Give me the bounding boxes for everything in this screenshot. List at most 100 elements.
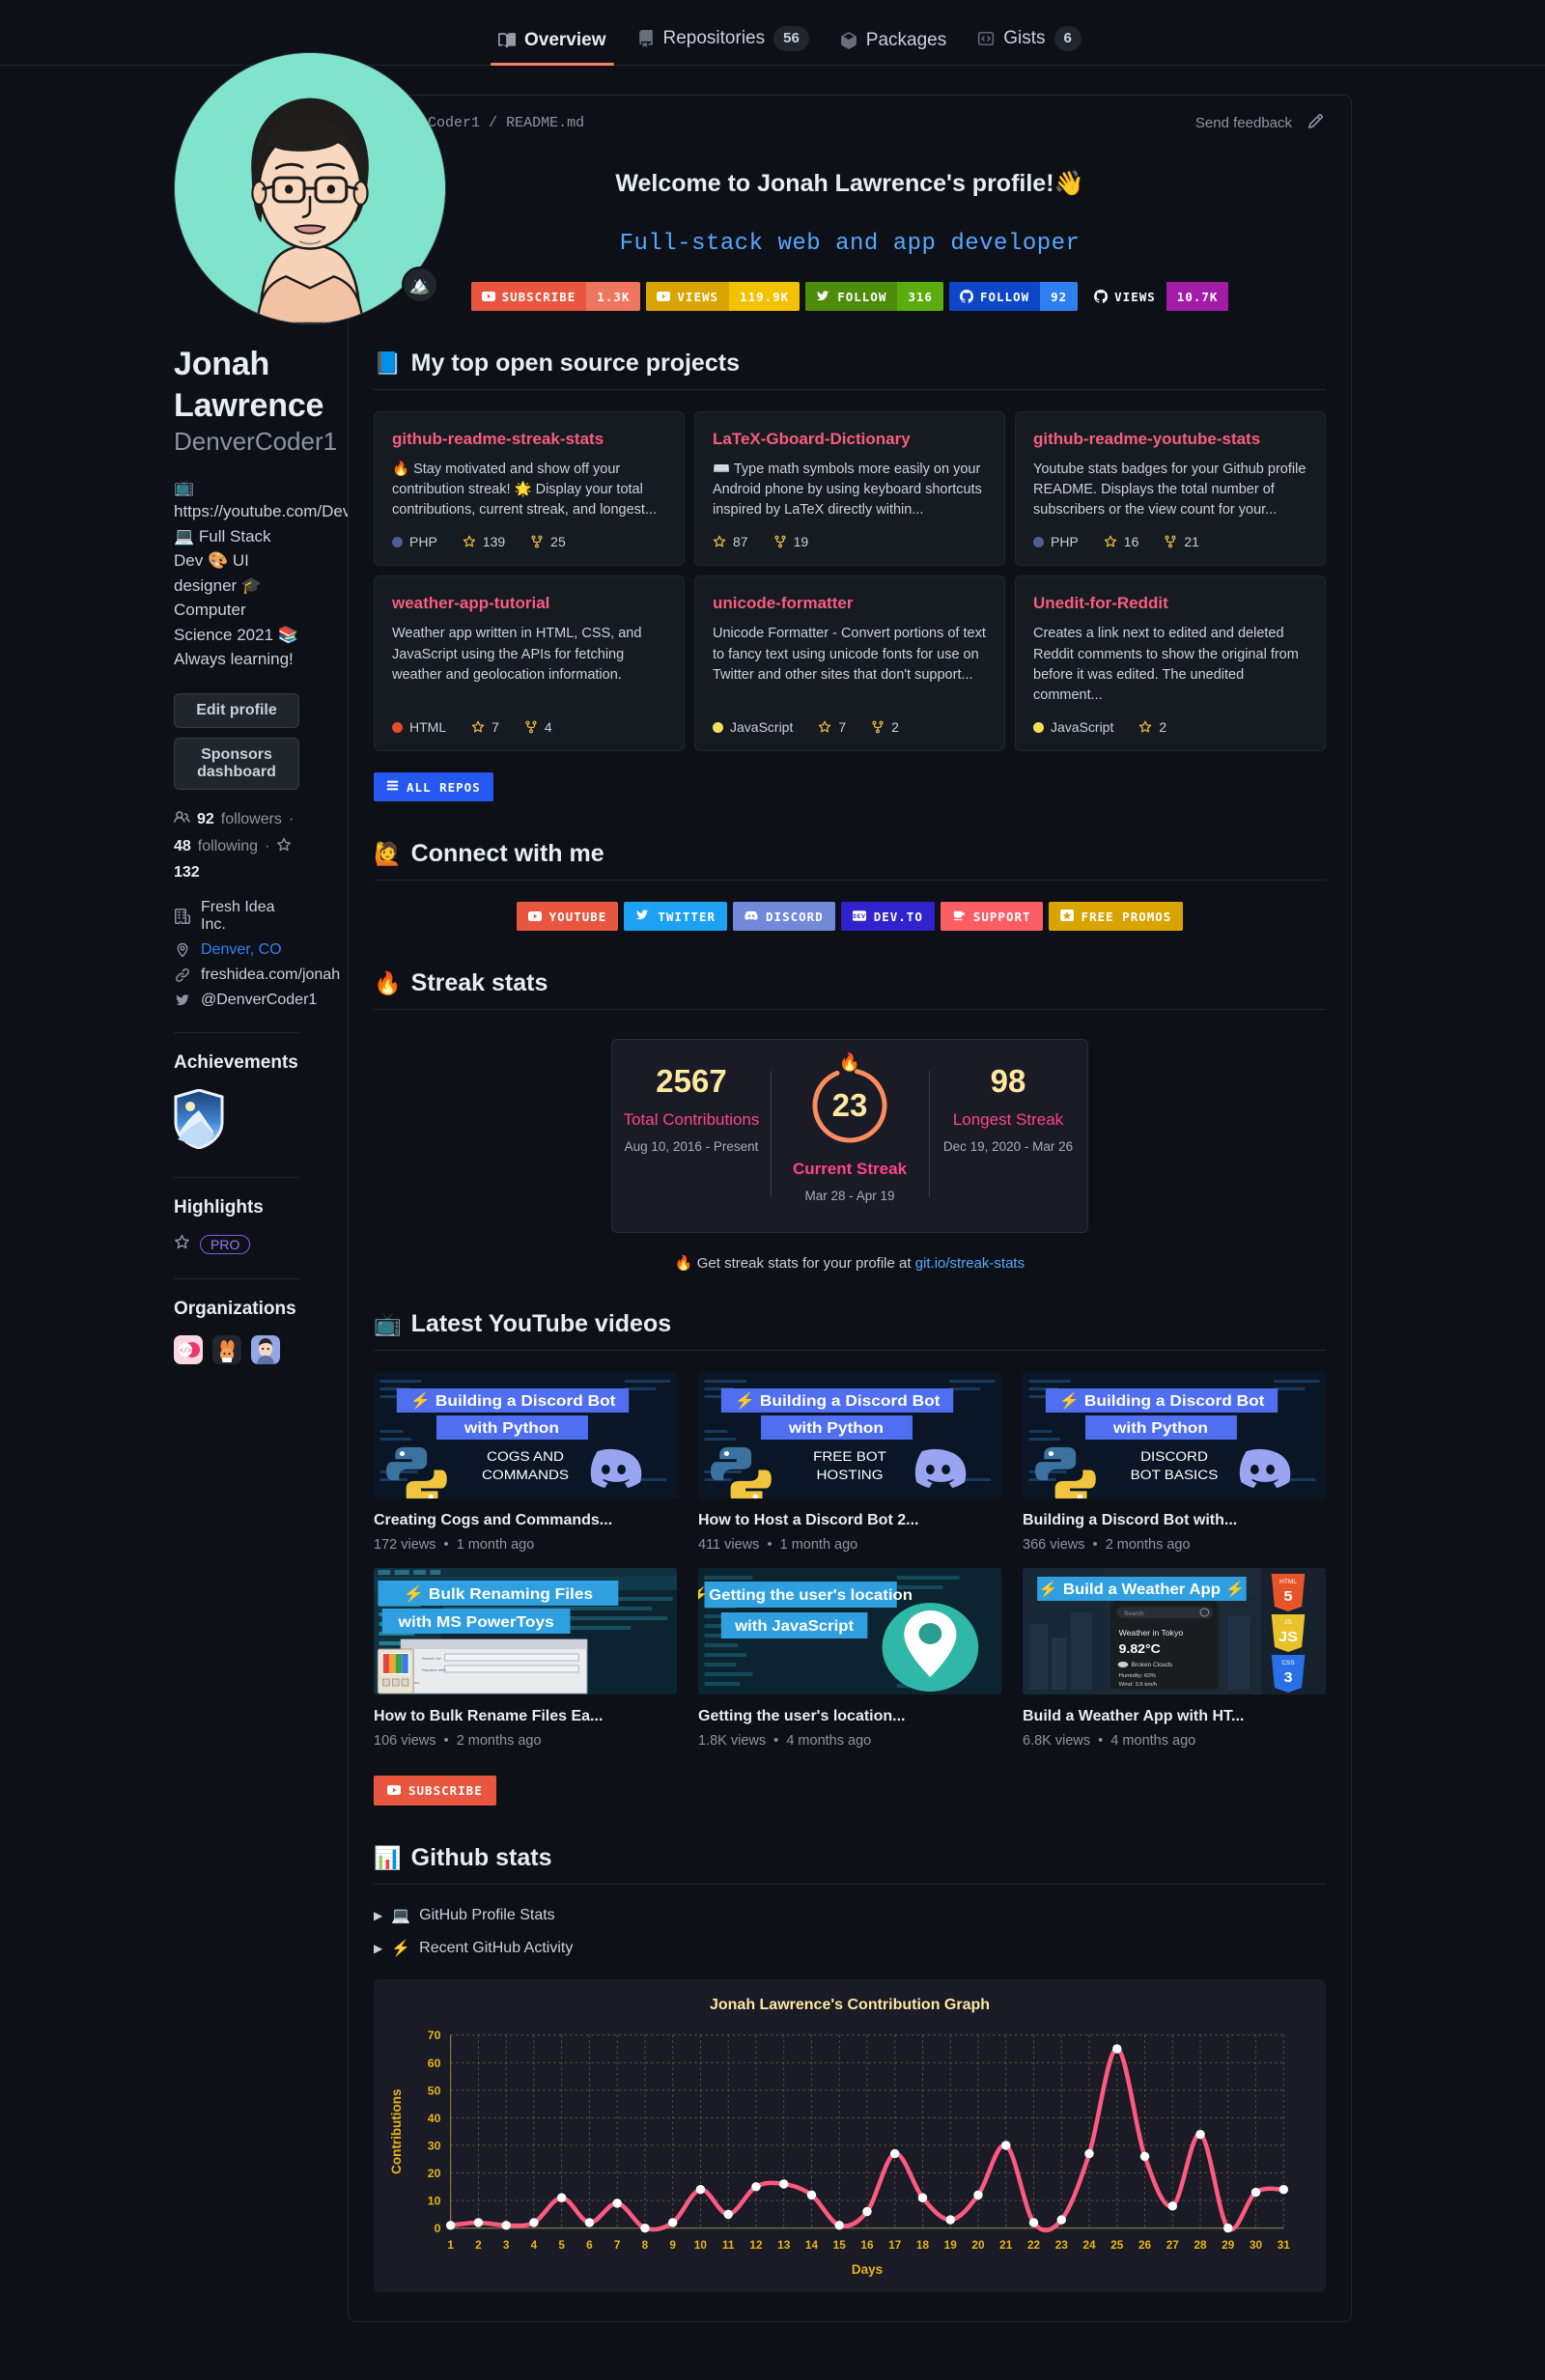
- star-outline-icon: [174, 1234, 190, 1255]
- meta-company: Fresh Idea Inc.: [174, 899, 299, 934]
- location-value[interactable]: Denver, CO: [201, 941, 282, 959]
- video-thumbnail[interactable]: ⚡ Bulk Renaming Files with MS PowerToys …: [374, 1568, 677, 1695]
- stars-count[interactable]: 132: [174, 864, 200, 882]
- edit-profile-button[interactable]: Edit profile: [174, 692, 299, 728]
- status-emoji[interactable]: 🏔️: [402, 266, 438, 303]
- profile-readme-column: DenverCoder1 / README.md Send feedback W…: [328, 66, 1545, 2380]
- tab-repositories[interactable]: Repositories 56: [622, 25, 825, 66]
- badge-label: VIEWS: [677, 289, 719, 304]
- repo-name[interactable]: weather-app-tutorial: [392, 594, 666, 613]
- video-thumbnail[interactable]: ⚡ Building a Discord Bot with Python COG…: [374, 1372, 677, 1499]
- twitter-value[interactable]: @DenverCoder1: [201, 992, 317, 1009]
- people-icon: [174, 809, 190, 830]
- badge-github-follow[interactable]: FOLLOW 92: [948, 282, 1079, 311]
- video-thumbnail[interactable]: ⚡Getting the user's location with JavaSc…: [698, 1568, 1001, 1695]
- website-value[interactable]: freshidea.com/jonah: [201, 966, 340, 984]
- meta-website: freshidea.com/jonah: [174, 966, 340, 984]
- repo-card[interactable]: github-readme-streak-stats 🔥 Stay motiva…: [374, 411, 685, 567]
- video-card[interactable]: ⚡ Building a Discord Bot with Python FRE…: [698, 1372, 1001, 1553]
- video-title[interactable]: How to Host a Discord Bot 2...: [698, 1512, 1001, 1529]
- video-card[interactable]: ⚡Getting the user's location with JavaSc…: [698, 1568, 1001, 1749]
- divider: [174, 1176, 299, 1178]
- followers-count[interactable]: 92: [197, 811, 214, 828]
- readme-filename[interactable]: README.md: [506, 115, 584, 131]
- video-title[interactable]: Building a Discord Bot with...: [1023, 1512, 1326, 1529]
- org-avatar[interactable]: </>: [174, 1334, 203, 1364]
- svg-text:13: 13: [777, 2239, 791, 2252]
- tab-packages[interactable]: Packages: [825, 30, 962, 65]
- following-label: following: [197, 838, 259, 854]
- repo-card[interactable]: weather-app-tutorial Weather app written…: [374, 575, 685, 752]
- repo-card[interactable]: LaTeX-Gboard-Dictionary ⌨️ Type math sym…: [694, 411, 1005, 567]
- video-title[interactable]: Creating Cogs and Commands...: [374, 1512, 677, 1529]
- video-thumbnail[interactable]: ⚡ Building a Discord Bot with Python FRE…: [698, 1372, 1001, 1499]
- repo-card[interactable]: github-readme-youtube-stats Youtube stat…: [1015, 411, 1326, 567]
- video-title[interactable]: Getting the user's location...: [698, 1708, 1001, 1725]
- video-title[interactable]: How to Bulk Rename Files Ea...: [374, 1708, 677, 1725]
- svg-text:⚡ Building a Discord Bot: ⚡ Building a Discord Bot: [1059, 1391, 1265, 1411]
- fork-icon: [531, 536, 543, 548]
- divider: [174, 1277, 299, 1279]
- details-recent-github-activity[interactable]: ▶ ⚡ Recent GitHub Activity: [374, 1939, 1326, 1958]
- total-contributions-label: Total Contributions: [623, 1110, 760, 1130]
- social-badge-youtube[interactable]: YOUTUBE: [516, 902, 619, 932]
- repo-card[interactable]: unicode-formatter Unicode Formatter - Co…: [694, 575, 1005, 752]
- followers-label: followers: [220, 810, 282, 827]
- video-views: 106 views: [374, 1733, 436, 1750]
- svg-text:22: 22: [1027, 2239, 1041, 2252]
- video-card[interactable]: ⚡ Bulk Renaming Files with MS PowerToys …: [374, 1568, 677, 1749]
- pencil-icon[interactable]: [1307, 113, 1324, 133]
- video-meta: 1.8K views • 4 months ago: [698, 1733, 872, 1750]
- badge-twitter-follow[interactable]: FOLLOW 316: [805, 282, 943, 311]
- highlight-pro: PRO: [174, 1234, 299, 1255]
- tab-overview[interactable]: Overview: [483, 30, 622, 66]
- language-color-dot: [1033, 536, 1044, 547]
- badge-value: 1.3K: [586, 282, 641, 311]
- tab-gists[interactable]: Gists 6: [962, 25, 1097, 66]
- section-title: Connect with me: [410, 840, 604, 868]
- repo-name[interactable]: github-readme-youtube-stats: [1033, 430, 1307, 449]
- svg-text:25: 25: [1110, 2239, 1124, 2252]
- video-title[interactable]: Build a Weather App with HT...: [1023, 1708, 1326, 1725]
- social-badge-discord[interactable]: DISCORD: [733, 902, 835, 932]
- sponsors-dashboard-button[interactable]: Sponsors dashboard: [174, 737, 299, 790]
- svg-text:9: 9: [669, 2239, 676, 2252]
- following-count[interactable]: 48: [174, 838, 191, 855]
- subscribe-button[interactable]: SUBSCRIBE: [374, 1776, 496, 1806]
- longest-streak-label: Longest Streak: [952, 1110, 1064, 1130]
- star-icon: [819, 720, 831, 733]
- org-avatar[interactable]: [251, 1334, 280, 1364]
- social-badges-row: YOUTUBE TWITTER DISCORD DEV DEV.TO SUPPO…: [374, 902, 1326, 932]
- tab-label: Gists: [1003, 27, 1046, 48]
- github-icon: [1094, 290, 1109, 303]
- star-count: 7: [838, 719, 847, 736]
- social-badge-free-promos[interactable]: FREE PROMOS: [1048, 902, 1184, 932]
- send-feedback-link[interactable]: Send feedback: [1195, 115, 1292, 131]
- repo-card[interactable]: Unedit-for-Reddit Creates a link next to…: [1015, 575, 1326, 752]
- video-thumbnail[interactable]: ⚡ Building a Discord Bot with Python DIS…: [1023, 1372, 1326, 1499]
- repo-name[interactable]: unicode-formatter: [713, 594, 987, 613]
- video-card[interactable]: ⚡ Building a Discord Bot with Python DIS…: [1023, 1372, 1326, 1553]
- all-repos-button[interactable]: ALL REPOS: [374, 772, 493, 802]
- video-thumbnail[interactable]: Search Weather in Tokyo 9.82°C Broken Cl…: [1023, 1568, 1326, 1695]
- org-avatar[interactable]: [212, 1334, 241, 1364]
- badge-github-views[interactable]: VIEWS 10.7K: [1083, 282, 1229, 311]
- social-badge-devto[interactable]: DEV DEV.TO: [840, 902, 935, 932]
- meta-location: Denver, CO: [174, 941, 299, 959]
- details-github-profile-stats[interactable]: ▶ 💻 GitHub Profile Stats: [374, 1906, 1326, 1925]
- youtube-icon: [527, 910, 542, 924]
- streak-stats-link[interactable]: git.io/streak-stats: [915, 1255, 1025, 1272]
- badge-youtube-subscribe[interactable]: SUBSCRIBE 1.3K: [470, 282, 641, 311]
- svg-text:60: 60: [428, 2057, 441, 2070]
- video-card[interactable]: ⚡ Building a Discord Bot with Python COG…: [374, 1372, 677, 1553]
- video-card[interactable]: Search Weather in Tokyo 9.82°C Broken Cl…: [1023, 1568, 1326, 1749]
- social-badge-kofi[interactable]: SUPPORT: [940, 902, 1043, 932]
- social-badge-twitter[interactable]: TWITTER: [624, 902, 728, 932]
- repo-name[interactable]: Unedit-for-Reddit: [1033, 594, 1307, 613]
- location-icon: [174, 942, 191, 958]
- kofi-icon: [952, 910, 966, 924]
- repo-name[interactable]: LaTeX-Gboard-Dictionary: [713, 430, 987, 449]
- repo-name[interactable]: github-readme-streak-stats: [392, 430, 666, 449]
- achievement-badge[interactable]: [174, 1087, 299, 1154]
- badge-youtube-views[interactable]: VIEWS 119.9K: [646, 282, 801, 311]
